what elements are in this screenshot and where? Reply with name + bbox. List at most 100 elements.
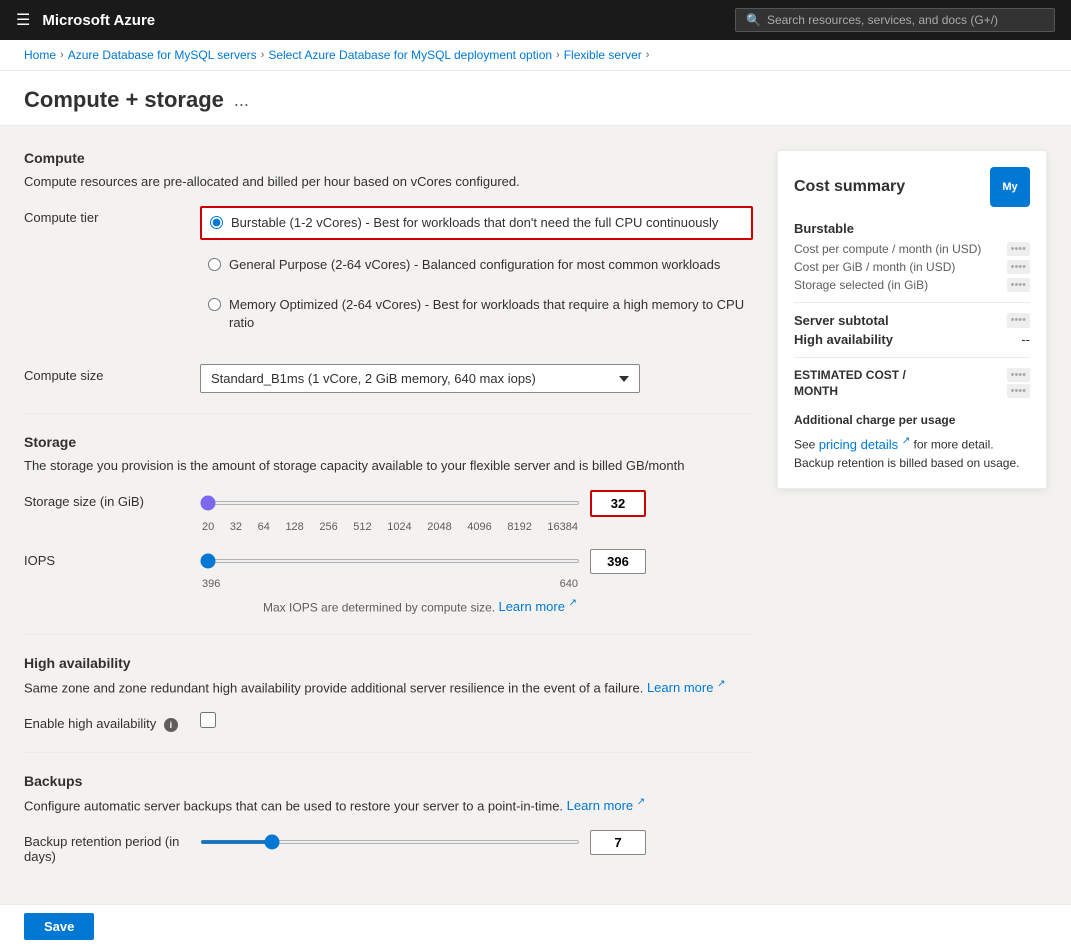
cost-estimated-row: ESTIMATED COST /MONTH •••• ••••	[794, 368, 1030, 399]
cost-panel-header: Cost summary My	[794, 167, 1030, 207]
backup-retention-label: Backup retention period (in days)	[24, 830, 184, 864]
search-bar[interactable]: 🔍 Search resources, services, and docs (…	[735, 8, 1055, 32]
cost-estimated-section: ESTIMATED COST /MONTH •••• ••••	[794, 368, 1030, 399]
iops-note-text: Max IOPS are determined by compute size.…	[200, 598, 640, 614]
breadcrumb-sep-4: ›	[646, 49, 650, 61]
cost-panel-title: Cost summary	[794, 178, 905, 196]
cost-ha-label: High availability	[794, 332, 893, 347]
backup-retention-value[interactable]	[590, 830, 646, 855]
additional-charge-title: Additional charge per usage	[794, 411, 1030, 429]
cost-estimated-label: ESTIMATED COST /MONTH	[794, 368, 906, 399]
compute-tier-options: Burstable (1-2 vCores) - Best for worklo…	[200, 206, 753, 349]
pricing-ext-icon: ↗	[902, 435, 910, 446]
cost-compute-label: Cost per compute / month (in USD)	[794, 242, 1007, 256]
save-button[interactable]: Save	[24, 913, 94, 940]
cost-burstable-title: Burstable	[794, 221, 1030, 236]
breadcrumb-sep-3: ›	[556, 49, 560, 61]
additional-charge-section: Additional charge per usage See pricing …	[794, 411, 1030, 472]
breadcrumb-sep-1: ›	[60, 49, 64, 61]
iops-slider[interactable]	[200, 559, 580, 563]
divider-1	[24, 413, 753, 414]
backups-title: Backups	[24, 773, 753, 789]
compute-tier-general-radio[interactable]	[208, 258, 221, 271]
ha-description: Same zone and zone redundant high availa…	[24, 677, 753, 698]
search-icon: 🔍	[746, 13, 761, 27]
cost-divider-1	[794, 302, 1030, 303]
tick-16384: 16384	[547, 521, 578, 533]
storage-size-label: Storage size (in GiB)	[24, 490, 184, 509]
cost-compute-row: Cost per compute / month (in USD) ••••	[794, 242, 1030, 256]
storage-size-slider[interactable]	[200, 501, 580, 505]
compute-tier-burstable-radio[interactable]	[210, 216, 223, 229]
ha-enable-label: Enable high availability i	[24, 712, 184, 732]
storage-slider-row	[200, 490, 753, 517]
compute-tier-memory-text: Memory Optimized (2-64 vCores) - Best fo…	[229, 296, 745, 332]
ellipsis-menu[interactable]: ...	[234, 90, 249, 111]
ha-learn-more[interactable]: Learn more ↗	[647, 680, 726, 695]
cost-estimated-values: •••• ••••	[1007, 368, 1030, 398]
iops-learn-more[interactable]: Learn more ↗	[498, 599, 577, 614]
breadcrumb-home[interactable]: Home	[24, 48, 56, 62]
tick-1024: 1024	[387, 521, 411, 533]
cost-compute-value: ••••	[1007, 242, 1030, 256]
ha-checkbox-container	[200, 712, 753, 728]
breadcrumb-flexible-server[interactable]: Flexible server	[564, 48, 642, 62]
iops-slider-row	[200, 549, 753, 574]
compute-size-control: Standard_B1ms (1 vCore, 2 GiB memory, 64…	[200, 364, 753, 393]
storage-size-value[interactable]	[590, 490, 646, 517]
iops-row: IOPS 396 640 Max IOPS are determined by …	[24, 549, 753, 614]
iops-note: Max IOPS are determined by compute size.…	[200, 598, 753, 614]
backup-retention-slider[interactable]	[200, 840, 580, 844]
top-bar: ☰ Microsoft Azure 🔍 Search resources, se…	[0, 0, 1071, 40]
divider-3	[24, 752, 753, 753]
cost-ha-row: High availability --	[794, 332, 1030, 347]
breadcrumb-select-deployment[interactable]: Select Azure Database for MySQL deployme…	[268, 48, 552, 62]
compute-tier-memory-radio[interactable]	[208, 298, 221, 311]
page-title: Compute + storage	[24, 87, 224, 113]
cost-storage-value: ••••	[1007, 278, 1030, 292]
tick-2048: 2048	[427, 521, 451, 533]
compute-size-label: Compute size	[24, 364, 184, 383]
tick-8192: 8192	[507, 521, 531, 533]
cost-gib-row: Cost per GiB / month (in USD) ••••	[794, 260, 1030, 274]
cost-gib-value: ••••	[1007, 260, 1030, 274]
storage-size-row: Storage size (in GiB) 20 32 64 128 256 5…	[24, 490, 753, 533]
iops-value[interactable]	[590, 549, 646, 574]
iops-control: 396 640 Max IOPS are determined by compu…	[200, 549, 753, 614]
cost-subtotal-label: Server subtotal	[794, 313, 889, 328]
ha-learn-more-ext-icon: ↗	[717, 679, 725, 690]
ha-info-icon[interactable]: i	[164, 718, 178, 732]
backup-retention-control	[200, 830, 753, 859]
cost-subtotal-value: ••••	[1007, 313, 1030, 328]
compute-tier-burstable[interactable]: Burstable (1-2 vCores) - Best for worklo…	[200, 206, 753, 240]
mysql-icon: My	[990, 167, 1030, 207]
compute-tier-general-text: General Purpose (2-64 vCores) - Balanced…	[229, 256, 720, 274]
backup-retention-slider-row	[200, 830, 753, 855]
ha-title: High availability	[24, 655, 753, 671]
storage-section: Storage The storage you provision is the…	[24, 434, 753, 614]
hamburger-icon[interactable]: ☰	[16, 10, 30, 30]
ha-enable-row: Enable high availability i	[24, 712, 753, 732]
compute-tier-label: Compute tier	[24, 206, 184, 225]
search-placeholder: Search resources, services, and docs (G+…	[767, 13, 998, 27]
pricing-details-link[interactable]: pricing details ↗	[819, 437, 911, 452]
compute-description: Compute resources are pre-allocated and …	[24, 172, 753, 192]
backups-learn-more[interactable]: Learn more ↗	[567, 798, 646, 813]
tick-512: 512	[353, 521, 371, 533]
compute-size-dropdown[interactable]: Standard_B1ms (1 vCore, 2 GiB memory, 64…	[200, 364, 640, 393]
storage-title: Storage	[24, 434, 753, 450]
ha-checkbox[interactable]	[200, 712, 216, 728]
breadcrumb-mysql-servers[interactable]: Azure Database for MySQL servers	[68, 48, 257, 62]
tick-32: 32	[230, 521, 242, 533]
iops-label: IOPS	[24, 549, 184, 568]
compute-tier-general[interactable]: General Purpose (2-64 vCores) - Balanced…	[200, 250, 753, 280]
cost-subtotal-row: Server subtotal ••••	[794, 313, 1030, 328]
backups-description: Configure automatic server backups that …	[24, 795, 753, 816]
bottom-bar: Save	[0, 904, 1071, 948]
tick-4096: 4096	[467, 521, 491, 533]
compute-tier-memory[interactable]: Memory Optimized (2-64 vCores) - Best fo…	[200, 290, 753, 338]
storage-description: The storage you provision is the amount …	[24, 456, 753, 476]
cost-gib-label: Cost per GiB / month (in USD)	[794, 260, 1007, 274]
backup-retention-row: Backup retention period (in days)	[24, 830, 753, 864]
compute-tier-burstable-text: Burstable (1-2 vCores) - Best for worklo…	[231, 214, 718, 232]
